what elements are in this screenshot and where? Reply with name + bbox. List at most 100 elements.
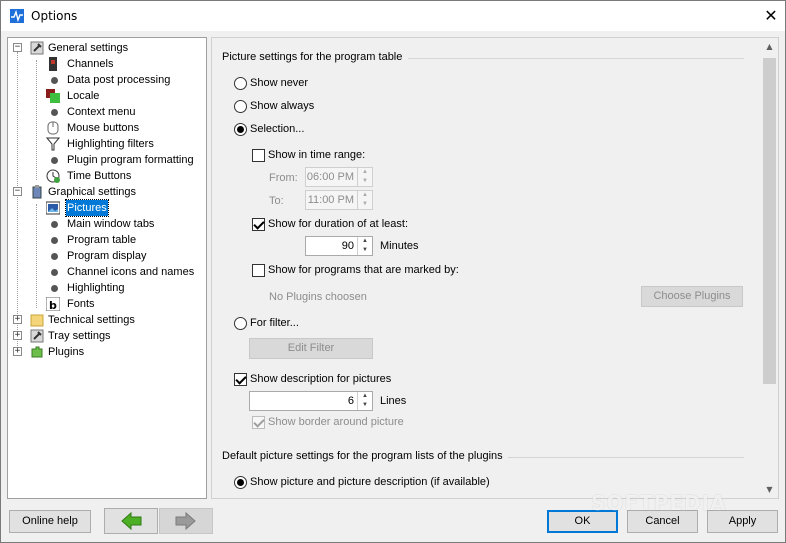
- checkbox-checked-disabled[interactable]: [252, 416, 265, 429]
- tree-item-context-menu[interactable]: Context menu: [8, 104, 206, 120]
- radio-button[interactable]: [234, 77, 247, 90]
- tree-item-main-window-tabs[interactable]: Main window tabs: [8, 216, 206, 232]
- panel-scrollbar[interactable]: ▲ ▼: [761, 38, 778, 498]
- expand-icon[interactable]: +: [13, 347, 22, 356]
- checkbox[interactable]: [252, 149, 265, 162]
- from-time-value: 06:00 PM: [306, 171, 354, 183]
- tree-label: Tray settings: [48, 330, 111, 342]
- radio-button[interactable]: [234, 317, 247, 330]
- lines-value: 6: [347, 395, 354, 407]
- checkbox-checked[interactable]: [234, 373, 247, 386]
- locale-icon: [46, 89, 60, 103]
- pictures-settings-panel: Picture settings for the program table S…: [211, 37, 779, 499]
- picture-icon: [46, 201, 60, 215]
- tree-item-channel-icons-and-names[interactable]: Channel icons and names: [8, 264, 206, 280]
- settings-tree[interactable]: − General settings Channels Data post pr…: [7, 37, 207, 499]
- bullet-icon: [51, 109, 58, 116]
- checkbox-checked[interactable]: [252, 218, 265, 231]
- scroll-down-icon[interactable]: ▼: [761, 481, 778, 498]
- window-title: Options: [31, 9, 78, 23]
- to-time-spinner[interactable]: 11:00 PM ▲ ▼: [305, 190, 373, 210]
- expand-icon[interactable]: +: [13, 315, 22, 324]
- duration-spinner[interactable]: 90 ▲ ▼: [305, 236, 373, 256]
- tree-item-program-table[interactable]: Program table: [8, 232, 206, 248]
- spinner-down-icon[interactable]: ▼: [358, 200, 372, 209]
- folder-icon: [30, 314, 44, 327]
- tree-label: Time Buttons: [67, 170, 132, 182]
- tree-item-graphical-settings[interactable]: − Graphical settings: [8, 184, 206, 200]
- from-time-spinner[interactable]: 06:00 PM ▲ ▼: [305, 167, 373, 187]
- duration-value: 90: [341, 240, 354, 252]
- to-time-value: 11:00 PM: [307, 194, 354, 206]
- tree-label-selected: Pictures: [65, 199, 109, 217]
- tree-item-tray-settings[interactable]: + Tray settings: [8, 328, 206, 344]
- lines-label: Lines: [380, 395, 407, 407]
- lines-spinner[interactable]: 6 ▲ ▼: [249, 391, 373, 411]
- spinner-up-icon[interactable]: ▲: [358, 168, 372, 177]
- tree-label: General settings: [48, 42, 129, 54]
- tree-item-time-buttons[interactable]: Time Buttons: [8, 168, 206, 184]
- font-icon: b: [46, 297, 60, 311]
- section-title-program-table: Picture settings for the program table: [222, 51, 403, 63]
- app-pulse-icon: [10, 9, 24, 23]
- tree-item-highlighting[interactable]: Highlighting: [8, 280, 206, 296]
- spinner-up-icon[interactable]: ▲: [358, 191, 372, 200]
- tree-label: Channels: [67, 58, 114, 70]
- forward-button[interactable]: [159, 508, 213, 534]
- plugin-icon: [31, 346, 43, 358]
- tree-item-plugins[interactable]: + Plugins: [8, 344, 206, 360]
- tree-item-program-display[interactable]: Program display: [8, 248, 206, 264]
- tree-label: Mouse buttons: [67, 122, 140, 134]
- tree-item-locale[interactable]: Locale: [8, 88, 206, 104]
- tree-label: Main window tabs: [67, 218, 155, 230]
- tree-item-mouse-buttons[interactable]: Mouse buttons: [8, 120, 206, 136]
- tree-item-channels[interactable]: Channels: [8, 56, 206, 72]
- tree-label: Program display: [67, 250, 147, 262]
- radio-label: Show always: [250, 100, 315, 112]
- minutes-label: Minutes: [380, 240, 419, 252]
- choose-plugins-button[interactable]: Choose Plugins: [641, 286, 743, 307]
- tree-label: Plugins: [48, 346, 85, 358]
- online-help-button[interactable]: Online help: [9, 510, 91, 533]
- edit-filter-button[interactable]: Edit Filter: [249, 338, 373, 359]
- checkbox-label: Show in time range:: [268, 149, 366, 161]
- collapse-icon[interactable]: −: [13, 187, 22, 196]
- wrench-icon: [30, 329, 44, 343]
- tree-item-technical-settings[interactable]: + Technical settings: [8, 312, 206, 328]
- spinner-down-icon[interactable]: ▼: [358, 246, 372, 255]
- radio-label: Show never: [250, 77, 309, 89]
- bullet-icon: [51, 77, 58, 84]
- bullet-icon: [51, 221, 58, 228]
- tree-label: Locale: [67, 90, 100, 102]
- expand-icon[interactable]: +: [13, 331, 22, 340]
- tree-label: Graphical settings: [48, 186, 137, 198]
- tree-item-fonts[interactable]: b Fonts: [8, 296, 206, 312]
- tree-label: Channel icons and names: [67, 266, 195, 278]
- spinner-down-icon[interactable]: ▼: [358, 177, 372, 186]
- radio-button-selected[interactable]: [234, 476, 247, 489]
- back-button[interactable]: [104, 508, 158, 534]
- checkbox[interactable]: [252, 264, 265, 277]
- tree-item-plugin-program-formatting[interactable]: Plugin program formatting: [8, 152, 206, 168]
- checkbox-label: Show for programs that are marked by:: [268, 264, 459, 276]
- scrollbar-thumb[interactable]: [763, 58, 776, 384]
- tree-item-highlighting-filters[interactable]: Highlighting filters: [8, 136, 206, 152]
- spinner-up-icon[interactable]: ▲: [358, 392, 372, 401]
- softpedia-watermark: SOFTPEDIA: [591, 491, 727, 515]
- scroll-up-icon[interactable]: ▲: [761, 38, 778, 55]
- spinner-down-icon[interactable]: ▼: [358, 401, 372, 410]
- wrench-icon: [30, 41, 44, 55]
- paint-icon: [32, 185, 42, 199]
- tree-item-general-settings[interactable]: − General settings: [8, 40, 206, 56]
- close-window-button[interactable]: ✕: [757, 1, 785, 31]
- tree-item-data-post-processing[interactable]: Data post processing: [8, 72, 206, 88]
- radio-label: Selection...: [250, 123, 305, 135]
- tree-label: Data post processing: [67, 74, 171, 86]
- tree-label: Technical settings: [48, 314, 135, 326]
- spinner-up-icon[interactable]: ▲: [358, 237, 372, 246]
- separator: [508, 457, 744, 458]
- collapse-icon[interactable]: −: [13, 43, 22, 52]
- tree-item-pictures[interactable]: Pictures: [8, 199, 206, 217]
- radio-button-selected[interactable]: [234, 123, 247, 136]
- radio-button[interactable]: [234, 100, 247, 113]
